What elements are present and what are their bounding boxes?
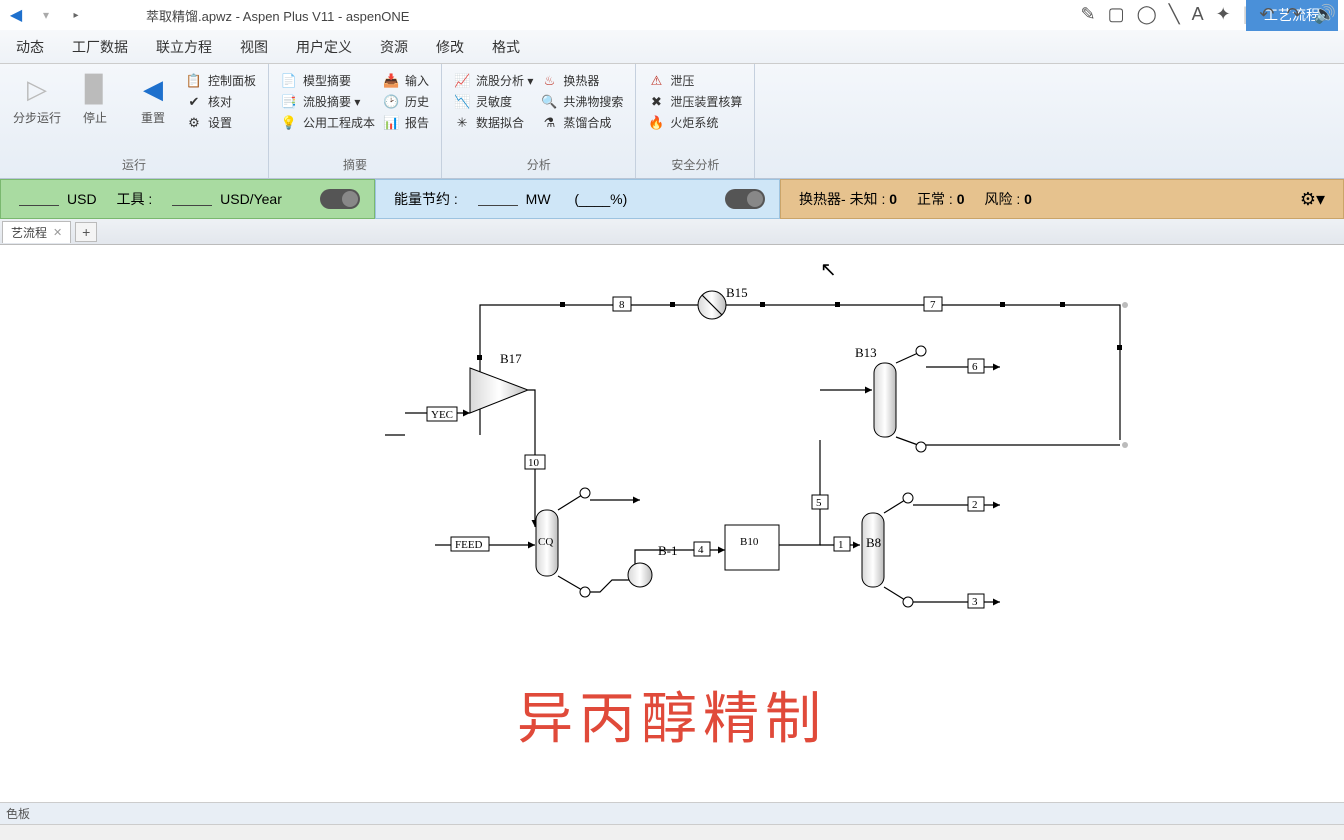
text-icon[interactable]: A [1192,4,1204,25]
svg-text:3: 3 [972,596,978,608]
settings-button[interactable]: ⚙设置 [186,114,256,131]
cost-toggle[interactable] [320,189,360,209]
hx-strip: 换热器- 未知 : 0 正常 : 0 风险 : 0 ⚙▾ [780,179,1344,219]
redo-icon[interactable]: ↷ [1286,4,1301,25]
menu-item[interactable]: 视图 [240,37,268,57]
sep: | [1243,4,1248,25]
group-label: 运行 [12,154,256,176]
status-strips: USD 工具 : USD/Year 能量节约 : MW (____%) 换热器-… [0,179,1344,219]
menu-item[interactable]: 联立方程 [156,37,212,57]
model-summary-button[interactable]: 📄模型摘要 [281,72,375,89]
block-cq[interactable]: CQ [536,488,590,597]
svg-text:B15: B15 [726,285,748,300]
group-label: 摘要 [281,154,429,176]
hx-settings-icon[interactable]: ⚙▾ [1300,189,1325,210]
svg-text:10: 10 [528,457,540,469]
svg-text:6: 6 [972,361,978,373]
relief-button[interactable]: ⚠泄压 [648,72,742,89]
circle-icon[interactable]: ◯ [1137,4,1157,25]
history-button[interactable]: 🕑历史 [383,93,429,110]
ribbon: ▷分步运行 ▉停止 ◀重置 📋控制面板 ✔核对 ⚙设置 运行 📄模型摘要 📑流股… [0,64,1344,179]
svg-text:2: 2 [972,499,978,511]
svg-text:8: 8 [619,299,625,311]
stream-analysis-button[interactable]: 📈流股分析 ▾ [454,72,533,89]
stop-button[interactable]: ▉停止 [70,68,120,126]
line-icon[interactable]: ╲ [1169,4,1180,25]
block-b10[interactable]: B10 [725,525,779,570]
status-bar [0,824,1344,840]
utility-cost-button[interactable]: 💡公用工程成本 [281,114,375,131]
distill-synth-button[interactable]: ⚗蒸馏合成 [541,114,623,131]
block-b13[interactable]: B13 [855,345,926,452]
menu-item[interactable]: 动态 [16,37,44,57]
square-icon[interactable]: ▢ [1108,4,1125,25]
sound-icon[interactable]: 🔊 [1314,4,1336,25]
relief-check-button[interactable]: ✖泄压装置核算 [648,93,742,110]
menu-item[interactable]: 工厂数据 [72,37,128,57]
canvas-caption: 异丙醇精制 [517,674,827,755]
energy-strip: 能量节约 : MW (____%) [375,179,780,219]
block-b17[interactable]: B17 [470,351,528,413]
input-button[interactable]: 📥输入 [383,72,429,89]
svg-text:4: 4 [698,544,704,556]
block-b15[interactable]: B15 [698,285,748,319]
nav-back-icon[interactable]: ◀ [6,5,26,25]
block-b8[interactable]: B8 [862,493,913,607]
report-button[interactable]: 📊报告 [383,114,429,131]
menu-item[interactable]: 格式 [492,37,520,57]
wand-icon[interactable]: ✦ [1216,4,1231,25]
svg-text:B13: B13 [855,345,877,360]
step-run-button[interactable]: ▷分步运行 [12,68,62,126]
nav-fwd-icon[interactable]: ▾ [36,5,56,25]
add-tab-button[interactable]: + [75,222,97,242]
menu-item[interactable]: 用户定义 [296,37,352,57]
control-panel-button[interactable]: 📋控制面板 [186,72,256,89]
check-button[interactable]: ✔核对 [186,93,256,110]
svg-text:5: 5 [816,497,822,509]
heat-exchanger-button[interactable]: ♨换热器 [541,72,623,89]
palette-bar[interactable]: 色板 [0,802,1344,824]
close-tab-icon[interactable]: ✕ [53,226,62,239]
window-title: 萃取精馏.apwz - Aspen Plus V11 - aspenONE [96,6,1246,25]
undo-icon[interactable]: ↶ [1259,4,1274,25]
svg-text:1: 1 [838,539,844,551]
cost-strip: USD 工具 : USD/Year [0,179,375,219]
azeotrope-button[interactable]: 🔍共沸物搜索 [541,93,623,110]
energy-toggle[interactable] [725,189,765,209]
svg-text:B10: B10 [740,536,759,548]
flare-button[interactable]: 🔥火炬系统 [648,114,742,131]
flowsheet-canvas[interactable]: ↖ 8 7 B15 B17 [0,245,1344,815]
menu-item[interactable]: 资源 [380,37,408,57]
reset-button[interactable]: ◀重置 [128,68,178,126]
svg-text:CQ: CQ [538,536,553,548]
doc-tab[interactable]: 艺流程✕ [2,221,71,243]
data-fit-button[interactable]: ✳数据拟合 [454,114,533,131]
menu-item[interactable]: 修改 [436,37,464,57]
group-label: 分析 [454,154,623,176]
qat-icon[interactable]: ▸ [66,5,86,25]
edit-icon[interactable]: ✎ [1080,4,1095,25]
svg-text:YEC: YEC [431,409,453,421]
stream-summary-button[interactable]: 📑流股摘要 ▾ [281,93,375,110]
svg-text:B8: B8 [866,535,881,550]
menu-bar: 动态 工厂数据 联立方程 视图 用户定义 资源 修改 格式 [0,30,1344,64]
svg-text:FEED: FEED [455,539,483,551]
group-label: 安全分析 [648,154,742,176]
svg-text:B17: B17 [500,351,522,366]
svg-text:7: 7 [930,299,936,311]
sensitivity-button[interactable]: 📉灵敏度 [454,93,533,110]
